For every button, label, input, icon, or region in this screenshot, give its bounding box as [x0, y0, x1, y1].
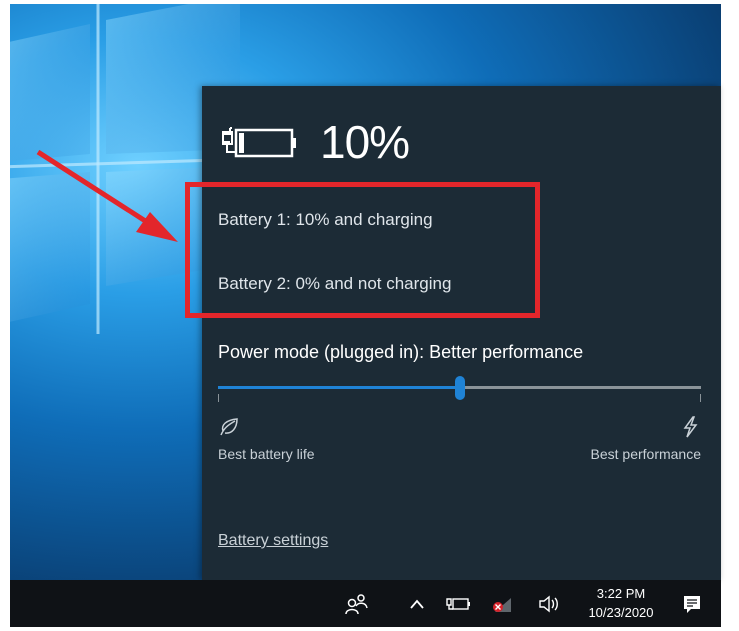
slider-tick-right	[700, 394, 701, 402]
slider-thumb[interactable]	[455, 376, 465, 400]
best-performance-label: Best performance	[590, 446, 702, 462]
slider-track-filled[interactable]	[218, 386, 460, 389]
slider-tick-left	[218, 394, 219, 402]
network-disconnected-icon[interactable]	[490, 592, 518, 616]
clock-date: 10/23/2020	[588, 605, 654, 620]
annotation-highlight-box	[185, 182, 540, 318]
battery-icon[interactable]	[444, 592, 472, 616]
chevron-up-icon[interactable]	[406, 592, 428, 616]
battery-charging-icon	[222, 127, 296, 158]
best-battery-life-label: Best battery life	[218, 446, 315, 462]
taskbar-clock[interactable]: 3:22 PM 10/23/2020	[575, 584, 667, 622]
battery-header: 10%	[220, 112, 410, 172]
notification-icon[interactable]	[680, 592, 704, 616]
battery-settings-link[interactable]: Battery settings	[218, 532, 328, 550]
battery-percent: 10%	[320, 116, 410, 168]
taskbar: 3:22 PM 10/23/2020	[10, 580, 721, 627]
volume-icon[interactable]	[537, 592, 563, 616]
power-mode-slider[interactable]	[218, 376, 701, 402]
bolt-icon	[683, 416, 698, 438]
leaf-icon	[220, 418, 238, 436]
people-icon[interactable]	[344, 592, 370, 616]
battery-flyout: 10% Battery 1: 10% and charging Battery …	[202, 86, 721, 580]
power-mode-label: Power mode (plugged in): Better performa…	[218, 342, 584, 362]
slider-track-empty[interactable]	[460, 386, 701, 389]
clock-time: 3:22 PM	[596, 586, 646, 601]
